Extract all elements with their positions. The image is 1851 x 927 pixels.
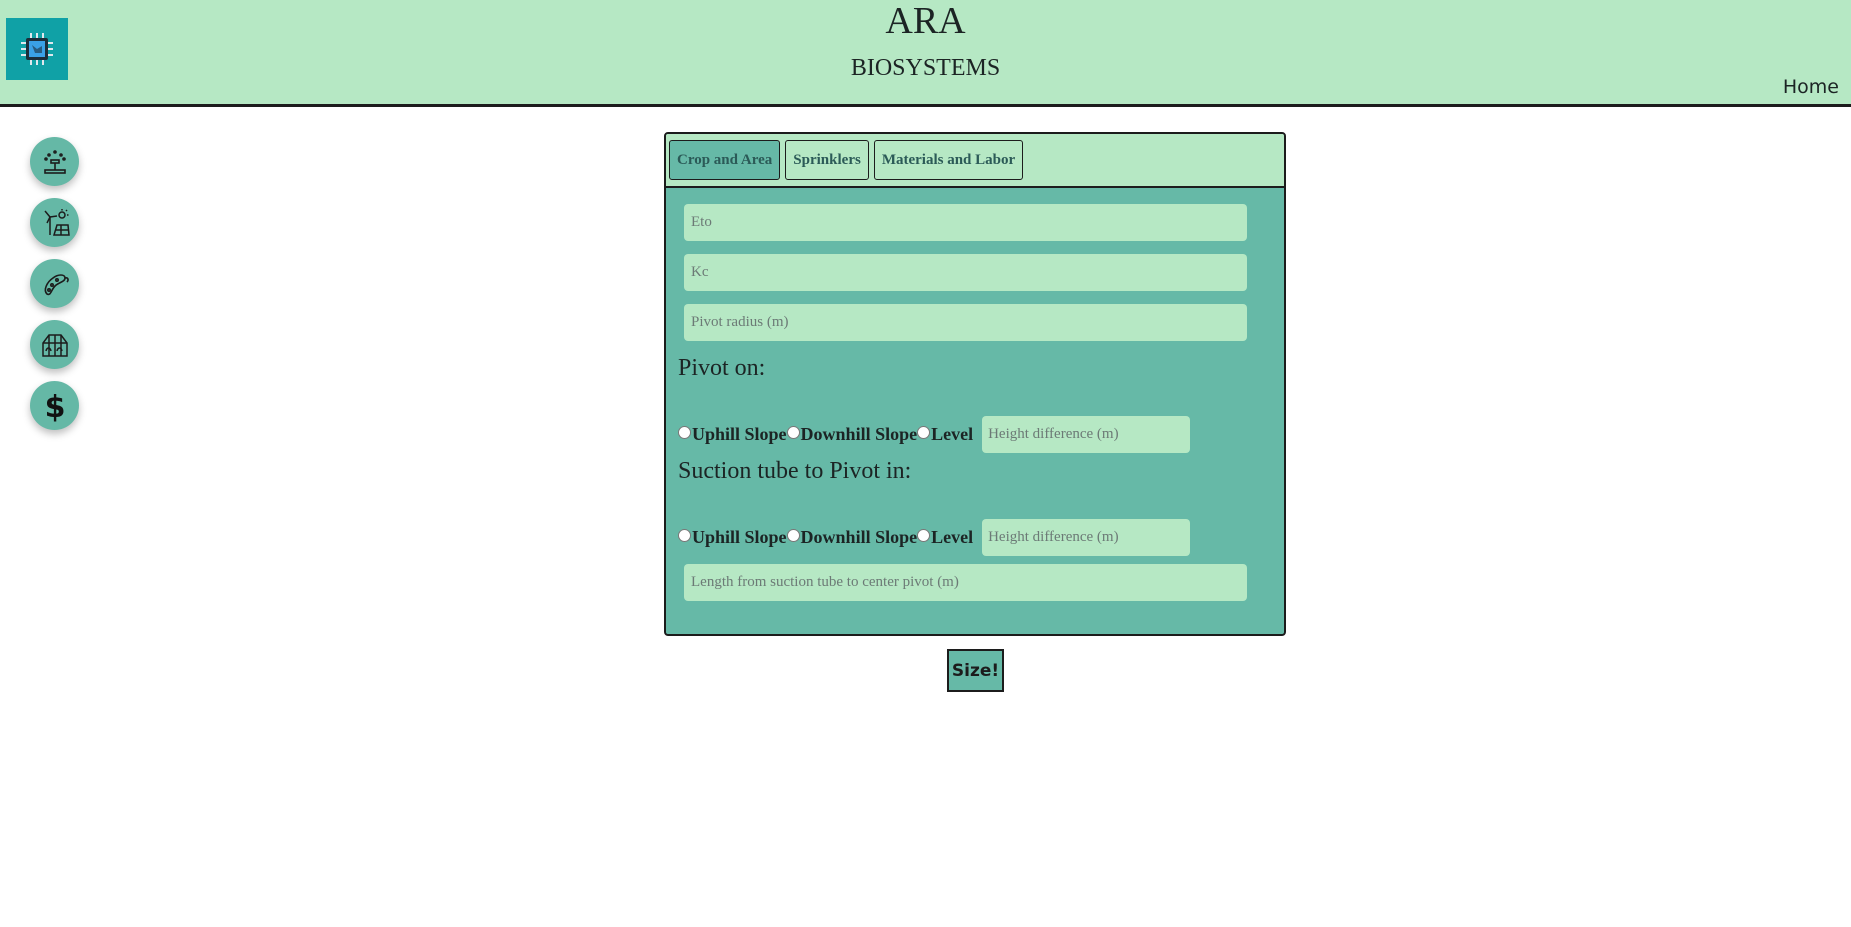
sidebar-item-energy[interactable]	[30, 198, 79, 247]
suction-uphill-option[interactable]: Uphill Slope	[678, 527, 787, 548]
tab-sprinklers[interactable]: Sprinklers	[785, 140, 869, 180]
suction-title: Suction tube to Pivot in:	[678, 458, 912, 484]
suction-downhill-radio[interactable]	[786, 529, 800, 542]
tab-bar: Crop and Area Sprinklers Materials and L…	[666, 134, 1284, 188]
pivot-downhill-radio[interactable]	[786, 426, 800, 439]
pivot-uphill-option[interactable]: Uphill Slope	[678, 424, 787, 445]
suction-level-label: Level	[931, 527, 974, 547]
suction-level-option[interactable]: Level	[917, 527, 973, 548]
suction-level-radio[interactable]	[917, 529, 931, 542]
sidebar-item-biology[interactable]	[30, 259, 79, 308]
sizing-panel: Crop and Area Sprinklers Materials and L…	[664, 132, 1286, 636]
tab-materials-and-labor[interactable]: Materials and Labor	[873, 140, 1024, 180]
pivot-on-title: Pivot on:	[678, 355, 766, 381]
pivot-level-label: Level	[931, 424, 974, 444]
svg-text:$: $	[44, 390, 65, 422]
suction-height-difference-field[interactable]	[982, 519, 1191, 556]
sidebar: $	[30, 137, 79, 442]
suction-downhill-label: Downhill Slope	[800, 527, 918, 547]
app-header: ARA BIOSYSTEMS Home	[0, 0, 1851, 107]
crop-area-form: Pivot on: Uphill Slope Downhill Slope Le…	[666, 188, 1284, 601]
suction-downhill-option[interactable]: Downhill Slope	[786, 527, 918, 548]
suction-uphill-label: Uphill Slope	[692, 527, 787, 547]
pivot-level-radio[interactable]	[917, 426, 931, 439]
kc-field[interactable]	[684, 254, 1247, 291]
sidebar-item-sprinkler[interactable]	[30, 137, 79, 186]
pivot-height-difference-field[interactable]	[982, 416, 1191, 453]
pivot-on-options: Uphill Slope Downhill Slope Level	[678, 416, 1272, 453]
size-button[interactable]: Size!	[947, 649, 1004, 692]
bacteria-icon	[44, 273, 69, 295]
home-link[interactable]: Home	[1783, 76, 1839, 98]
tab-crop-and-area[interactable]: Crop and Area	[669, 140, 781, 180]
pivot-downhill-option[interactable]: Downhill Slope	[786, 424, 918, 445]
brand-title: ARA	[885, 0, 966, 42]
pivot-uphill-label: Uphill Slope	[692, 424, 787, 444]
greenhouse-icon	[41, 333, 68, 357]
pivot-level-option[interactable]: Level	[917, 424, 973, 445]
suction-options: Uphill Slope Downhill Slope Level	[678, 519, 1272, 556]
pivot-downhill-label: Downhill Slope	[800, 424, 918, 444]
sprinkler-icon	[43, 149, 66, 174]
wind-solar-icon	[43, 208, 70, 236]
eto-field[interactable]	[684, 204, 1247, 241]
sidebar-item-costs[interactable]: $	[30, 381, 79, 430]
pivot-uphill-radio[interactable]	[678, 426, 691, 439]
brand-subtitle: BIOSYSTEMS	[850, 55, 1001, 81]
pivot-radius-field[interactable]	[684, 304, 1247, 341]
suction-uphill-radio[interactable]	[678, 529, 691, 542]
dollar-icon: $	[44, 390, 65, 422]
suction-length-field[interactable]	[684, 564, 1247, 601]
sidebar-item-greenhouse[interactable]	[30, 320, 79, 369]
